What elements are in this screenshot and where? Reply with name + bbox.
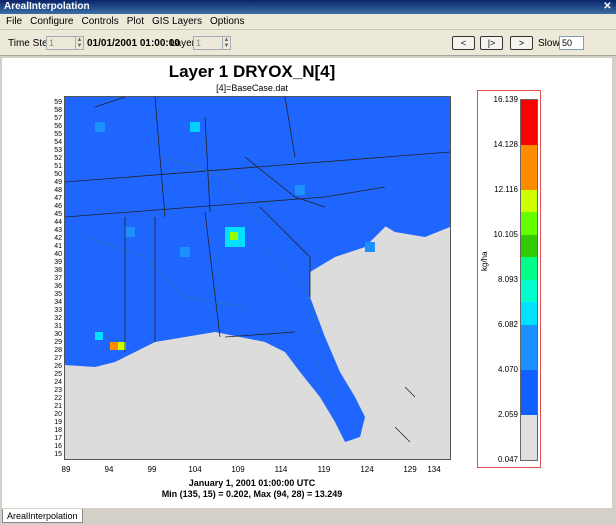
y-tick: 55 bbox=[54, 131, 62, 138]
y-tick: 48 bbox=[54, 187, 62, 194]
menu-gis-layers[interactable]: GIS Layers bbox=[148, 14, 206, 29]
y-tick: 15 bbox=[54, 451, 62, 458]
y-tick: 51 bbox=[54, 163, 62, 170]
toolbar: Time Step: 1 ▲ ▼ 01/01/2001 01:00:00 Laye… bbox=[0, 30, 616, 56]
y-tick: 26 bbox=[54, 363, 62, 370]
y-tick: 25 bbox=[54, 371, 62, 378]
y-tick: 29 bbox=[54, 339, 62, 346]
y-tick: 50 bbox=[54, 171, 62, 178]
spinner-arrows-icon[interactable]: ▲ ▼ bbox=[222, 37, 230, 49]
y-tick: 21 bbox=[54, 403, 62, 410]
y-tick: 33 bbox=[54, 307, 62, 314]
y-tick: 38 bbox=[54, 267, 62, 274]
x-tick: 134 bbox=[427, 465, 441, 474]
y-tick: 49 bbox=[54, 179, 62, 186]
tab-arealinterpolation[interactable]: ArealInterpolation bbox=[2, 509, 83, 523]
menu-configure[interactable]: Configure bbox=[26, 14, 77, 29]
y-tick: 47 bbox=[54, 195, 62, 202]
y-tick: 27 bbox=[54, 355, 62, 362]
y-tick: 40 bbox=[54, 251, 62, 258]
y-tick: 45 bbox=[54, 211, 62, 218]
legend-tick: 14.128 bbox=[493, 140, 518, 149]
legend-unit: kg/ha bbox=[480, 251, 489, 271]
x-tick: 94 bbox=[104, 465, 114, 474]
layer-spinner[interactable]: 1 ▲ ▼ bbox=[193, 36, 231, 50]
menu-file[interactable]: File bbox=[2, 14, 26, 29]
y-tick: 37 bbox=[54, 275, 62, 282]
menu-plot[interactable]: Plot bbox=[123, 14, 148, 29]
y-tick: 42 bbox=[54, 235, 62, 242]
legend-tick: 8.093 bbox=[497, 275, 518, 284]
y-tick: 28 bbox=[54, 347, 62, 354]
legend-colorbar bbox=[520, 99, 538, 461]
legend-tick: 16.139 bbox=[493, 95, 518, 104]
menu-options[interactable]: Options bbox=[206, 14, 248, 29]
x-tick: 104 bbox=[188, 465, 202, 474]
y-tick: 39 bbox=[54, 259, 62, 266]
menu-controls[interactable]: Controls bbox=[77, 14, 122, 29]
y-tick: 35 bbox=[54, 291, 62, 298]
window-title: ArealInterpolation bbox=[4, 1, 90, 12]
plot-area: Layer 1 DRYOX_N[4] [4]=BaseCase.dat 59 5… bbox=[2, 58, 612, 508]
y-tick: 16 bbox=[54, 443, 62, 450]
x-tick: 89 bbox=[61, 465, 71, 474]
x-tick: 119 bbox=[317, 465, 331, 474]
y-tick: 36 bbox=[54, 283, 62, 290]
window-titlebar: ArealInterpolation ✕ bbox=[0, 0, 616, 14]
y-tick: 58 bbox=[54, 107, 62, 114]
y-tick: 53 bbox=[54, 147, 62, 154]
timestep-value: 1 bbox=[49, 38, 55, 48]
legend-tick: 10.105 bbox=[493, 230, 518, 239]
menubar: File Configure Controls Plot GIS Layers … bbox=[0, 14, 616, 30]
prev-button[interactable]: < bbox=[452, 36, 475, 50]
y-tick: 43 bbox=[54, 227, 62, 234]
y-tick: 59 bbox=[54, 99, 62, 106]
layer-value: 1 bbox=[196, 38, 202, 48]
y-tick: 19 bbox=[54, 419, 62, 426]
plot-footer-minmax: Min (135, 15) = 0.202, Max (94, 28) = 13… bbox=[161, 489, 343, 499]
next-button[interactable]: > bbox=[510, 36, 533, 50]
y-tick: 30 bbox=[54, 331, 62, 338]
x-tick: 99 bbox=[147, 465, 157, 474]
y-tick: 57 bbox=[54, 115, 62, 122]
y-tick: 41 bbox=[54, 243, 62, 250]
map-panel[interactable] bbox=[64, 96, 451, 460]
legend-tick: 0.047 bbox=[497, 455, 518, 464]
y-tick: 44 bbox=[54, 219, 62, 226]
y-tick: 17 bbox=[54, 435, 62, 442]
y-tick: 18 bbox=[54, 427, 62, 434]
y-tick: 32 bbox=[54, 315, 62, 322]
legend-tick: 12.116 bbox=[494, 185, 518, 194]
tab-bar: ArealInterpolation bbox=[0, 509, 616, 525]
map-graphic bbox=[64, 96, 451, 459]
play-button[interactable]: |> bbox=[480, 36, 503, 50]
x-tick: 124 bbox=[360, 465, 374, 474]
x-tick: 109 bbox=[231, 465, 245, 474]
legend-tick: 4.070 bbox=[497, 365, 518, 374]
y-tick: 54 bbox=[54, 139, 62, 146]
y-tick: 46 bbox=[54, 203, 62, 210]
spinner-arrows-icon[interactable]: ▲ ▼ bbox=[75, 37, 83, 49]
y-tick: 56 bbox=[54, 123, 62, 130]
y-tick: 34 bbox=[54, 299, 62, 306]
color-legend: 16.139 14.128 12.116 10.105 8.093 6.082 … bbox=[477, 90, 541, 468]
datetime-label: 01/01/2001 01:00:00 bbox=[87, 38, 180, 49]
x-tick: 114 bbox=[274, 465, 288, 474]
y-tick: 22 bbox=[54, 395, 62, 402]
legend-tick: 6.082 bbox=[497, 320, 518, 329]
slow-input[interactable]: 50 bbox=[559, 36, 584, 50]
plot-subtitle: [4]=BaseCase.dat bbox=[216, 83, 288, 93]
timestep-spinner[interactable]: 1 ▲ ▼ bbox=[46, 36, 84, 50]
plot-footer-date: January 1, 2001 01:00:00 UTC bbox=[188, 478, 316, 488]
y-tick: 24 bbox=[54, 379, 62, 386]
y-tick: 23 bbox=[54, 387, 62, 394]
close-icon[interactable]: ✕ bbox=[602, 1, 613, 12]
y-tick: 52 bbox=[54, 155, 62, 162]
x-tick: 129 bbox=[403, 465, 417, 474]
y-tick: 31 bbox=[54, 323, 62, 330]
y-tick: 20 bbox=[54, 411, 62, 418]
legend-tick: 2.059 bbox=[497, 410, 518, 419]
plot-title: Layer 1 DRYOX_N[4] bbox=[168, 62, 336, 81]
